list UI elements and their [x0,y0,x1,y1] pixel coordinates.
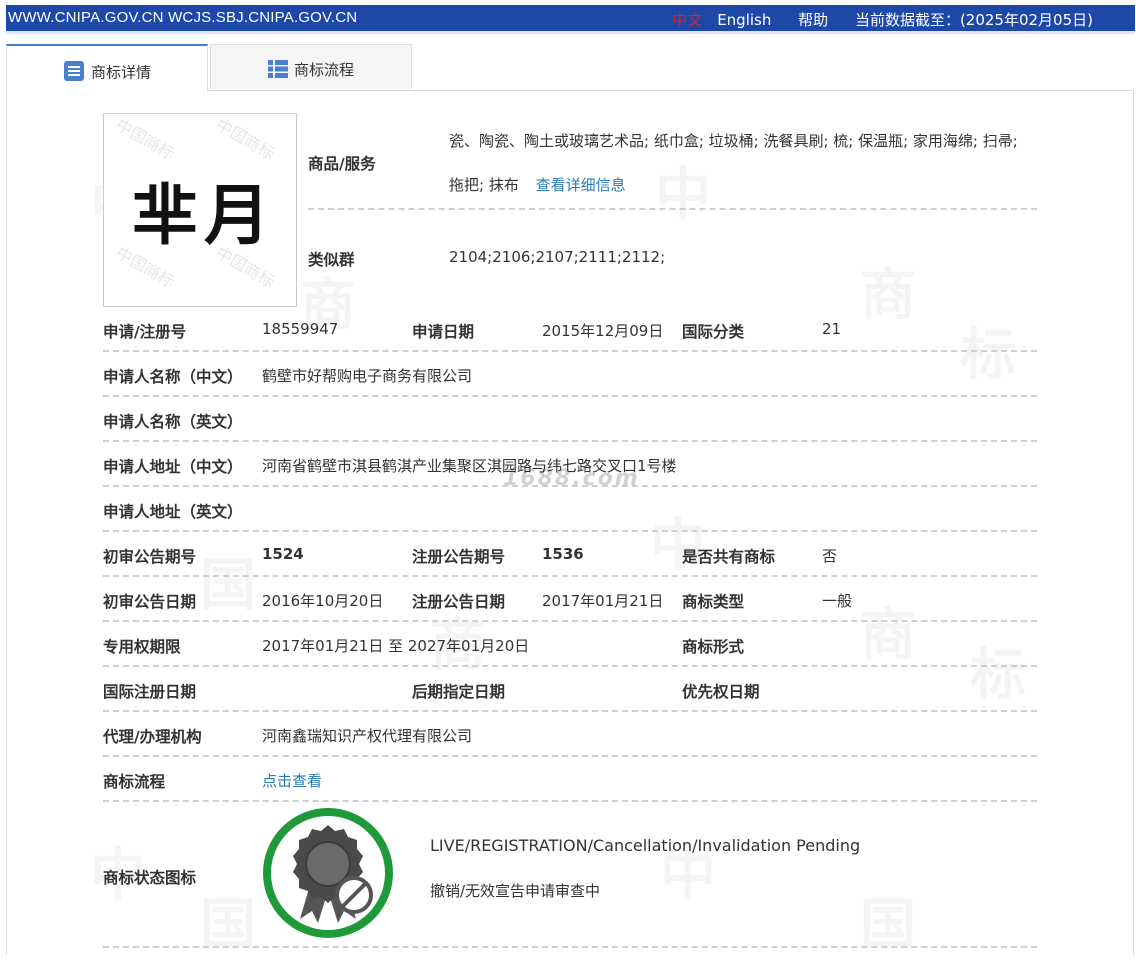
status-badge-icon [262,807,394,939]
divider [103,755,1037,757]
agency-value: 河南鑫瑞知识产权代理有限公司 [262,727,473,745]
reg-no-value: 18559947 [262,320,339,338]
watermark-char: 商 [860,590,916,671]
applicant-name-en-label: 申请人名称（英文） [103,413,243,431]
watermark-char: 标 [970,630,1026,711]
prelim-pub-no-value: 1524 [262,545,304,563]
intl-reg-date-label: 国际注册日期 [103,683,197,701]
prelim-pub-no-label: 初审公告期号 [103,548,197,566]
status-en: LIVE/REGISTRATION/Cancellation/Invalidat… [430,836,861,855]
goods-value-line1: 瓷、陶瓷、陶土或玻璃艺术品; 纸巾盒; 垃圾桶; 洗餐具刷; 梳; 保温瓶; 家… [449,132,1018,150]
lang-en-link[interactable]: English [717,11,771,29]
tab-trademark-detail[interactable]: 商标详情 [6,44,208,91]
reg-pub-no-label: 注册公告期号 [412,548,506,566]
divider [103,485,1037,487]
applicant-address-en-label: 申请人地址（英文） [103,503,243,521]
view-details-link[interactable]: 查看详细信息 [536,176,626,194]
prelim-pub-date-value: 2016年10月20日 [262,592,384,610]
goods-value-line2: 拖把; 抹布 查看详细信息 [449,174,626,195]
divider [103,665,1037,667]
watermark-char: 中 [655,150,711,231]
list-doc-icon [63,60,85,86]
seal-watermark: 中国商标 [112,115,178,164]
status-icon-label: 商标状态图标 [103,869,197,887]
intl-class-value: 21 [822,320,842,338]
priority-date-label: 优先权日期 [682,683,760,701]
divider [103,530,1037,532]
reg-pub-date-label: 注册公告日期 [412,593,506,611]
goods-value-text: 拖把; 抹布 [449,176,519,194]
shared-mark-label: 是否共有商标 [682,548,776,566]
app-date-value: 2015年12月09日 [542,322,664,340]
top-bar-right: 中文 English 帮助 当前数据截至：(2025年02月05日) [658,9,1093,30]
app-date-label: 申请日期 [412,323,475,341]
watermark-char: 国 [200,880,256,961]
top-bar: WWW.CNIPA.GOV.CN WCJS.SBJ.CNIPA.GOV.CN 中… [6,5,1135,34]
watermark-char: 国 [200,540,256,621]
divider [103,800,1037,802]
exclusive-term-label: 专用权期限 [103,638,181,656]
divider [103,946,1037,948]
watermark-char: 商 [860,250,916,331]
divider [103,350,1037,352]
watermark-char: 国 [860,880,916,961]
view-flow-link[interactable]: 点击查看 [262,770,322,791]
exclusive-term-value: 2017年01月21日 至 2027年01月20日 [262,637,530,655]
divider [308,208,1037,210]
reg-no-label: 申请/注册号 [103,323,187,341]
reg-pub-date-value: 2017年01月21日 [542,592,664,610]
trademark-flow-label: 商标流程 [103,773,166,791]
trademark-mark-text: 芈月 [132,176,276,254]
intl-class-label: 国际分类 [682,323,745,341]
prelim-pub-date-label: 初审公告日期 [103,593,197,611]
watermark-char: 中 [650,500,706,581]
status-cn: 撤销/无效宣告申请审查中 [430,882,601,900]
trademark-image: 中国商标 中国商标 中国商标 中国商标 芈月 [103,113,297,307]
reg-pub-no-value: 1536 [542,545,584,563]
applicant-name-cn-label: 申请人名称（中文） [103,368,243,386]
tab-bar: 商标详情 商标流程 [6,44,1132,91]
site-watermark: 1688.com [503,466,640,491]
applicant-address-cn-label: 申请人地址（中文） [103,458,243,476]
agency-label: 代理/办理机构 [103,728,202,746]
similar-group-value: 2104;2106;2107;2111;2112; [449,248,666,266]
tab-label: 商标流程 [293,61,354,79]
divider [103,440,1037,442]
shared-mark-value: 否 [822,547,838,565]
data-cutoff: 当前数据截至：(2025年02月05日) [854,11,1093,29]
applicant-name-cn-value: 鹤壁市好帮购电子商务有限公司 [262,367,473,385]
tab-label: 商标详情 [90,63,151,82]
similar-group-label: 类似群 [308,251,355,269]
later-designation-date-label: 后期指定日期 [412,683,506,701]
seal-watermark: 中国商标 [212,115,278,164]
divider [103,575,1037,577]
mark-type-value: 一般 [822,592,853,610]
site-urls: WWW.CNIPA.GOV.CN WCJS.SBJ.CNIPA.GOV.CN [8,9,358,26]
mark-type-label: 商标类型 [682,593,745,611]
list-grid-icon [267,59,288,82]
tab-trademark-flow[interactable]: 商标流程 [210,44,412,89]
divider [103,710,1037,712]
mark-form-label: 商标形式 [682,638,745,656]
lang-zh-link[interactable]: 中文 [672,11,702,29]
divider [103,395,1037,397]
help-link[interactable]: 帮助 [798,11,828,29]
divider [103,620,1037,622]
goods-label: 商品/服务 [308,155,376,173]
